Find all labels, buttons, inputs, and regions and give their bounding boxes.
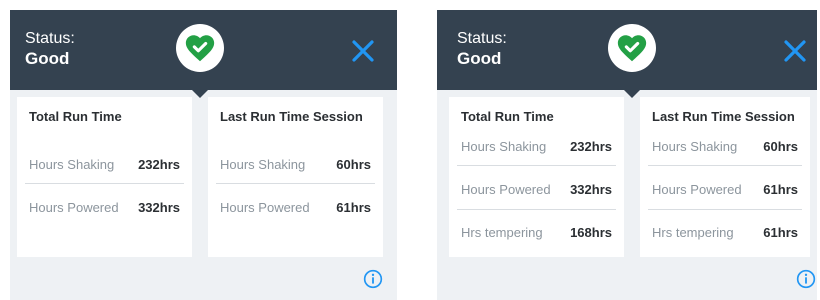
stat-row-hours-powered: Hours Powered 332hrs xyxy=(461,179,612,199)
total-run-time-card: Total Run Time Hours Shaking 232hrs Hour… xyxy=(449,97,624,257)
card-title: Total Run Time xyxy=(29,109,122,124)
stat-row-hours-powered: Hours Powered 61hrs xyxy=(652,179,798,199)
stat-label: Hours Shaking xyxy=(220,156,306,172)
info-button[interactable] xyxy=(363,269,383,289)
card-title: Total Run Time xyxy=(461,109,554,124)
status-header: Status: Good xyxy=(437,10,817,90)
header-caret xyxy=(624,90,640,98)
stat-label: Hours Powered xyxy=(29,199,119,215)
stat-row-hours-powered: Hours Powered 332hrs xyxy=(29,197,180,217)
stat-row-hours-shaking: Hours Shaking 60hrs xyxy=(220,154,371,174)
stat-value: 232hrs xyxy=(570,138,612,154)
stat-label: Hours Powered xyxy=(461,181,551,197)
stat-label: Hrs tempering xyxy=(461,224,543,240)
status-panel-left: Status: Good Total Run Time Hours Shakin… xyxy=(10,10,397,300)
stat-label: Hours Powered xyxy=(652,181,742,197)
status-value: Good xyxy=(457,49,502,68)
info-icon xyxy=(363,269,383,289)
stat-label: Hrs tempering xyxy=(652,224,734,240)
header-caret xyxy=(192,90,208,98)
info-icon xyxy=(796,269,816,289)
stat-label: Hours Powered xyxy=(220,199,310,215)
stat-row-hours-shaking: Hours Shaking 60hrs xyxy=(652,136,798,156)
stat-row-hours-shaking: Hours Shaking 232hrs xyxy=(461,136,612,156)
stat-value: 60hrs xyxy=(763,138,798,154)
stat-value: 332hrs xyxy=(570,181,612,197)
stat-row-hrs-tempering: Hrs tempering 168hrs xyxy=(461,222,612,242)
stat-row-hours-powered: Hours Powered 61hrs xyxy=(220,197,371,217)
row-divider xyxy=(648,209,802,210)
stat-value: 60hrs xyxy=(336,156,371,172)
row-divider xyxy=(457,165,616,166)
stat-value: 61hrs xyxy=(763,181,798,197)
status-header: Status: Good xyxy=(10,10,397,90)
stat-value: 61hrs xyxy=(763,224,798,240)
card-title: Last Run Time Session xyxy=(220,109,363,124)
stat-label: Hours Shaking xyxy=(461,138,547,154)
info-button[interactable] xyxy=(796,269,816,289)
stat-row-hours-shaking: Hours Shaking 232hrs xyxy=(29,154,180,174)
close-icon xyxy=(352,40,374,62)
status-label: Status: xyxy=(457,30,507,47)
last-run-time-session-card: Last Run Time Session Hours Shaking 60hr… xyxy=(640,97,810,257)
heart-check-icon xyxy=(608,24,656,72)
close-button[interactable] xyxy=(351,39,375,63)
close-icon xyxy=(784,40,806,62)
last-run-time-session-card: Last Run Time Session Hours Shaking 60hr… xyxy=(208,97,383,257)
row-divider xyxy=(457,209,616,210)
status-panel-right: Status: Good Total Run Time Hours Shakin… xyxy=(437,10,817,300)
row-divider xyxy=(25,183,184,184)
status-value: Good xyxy=(25,49,70,68)
total-run-time-card: Total Run Time Hours Shaking 232hrs Hour… xyxy=(17,97,192,257)
status-label: Status: xyxy=(25,30,75,47)
stat-value: 61hrs xyxy=(336,199,371,215)
stat-row-hrs-tempering: Hrs tempering 61hrs xyxy=(652,222,798,242)
row-divider xyxy=(648,165,802,166)
stat-value: 232hrs xyxy=(138,156,180,172)
stat-label: Hours Shaking xyxy=(652,138,738,154)
close-button[interactable] xyxy=(783,39,807,63)
heart-check-icon xyxy=(176,24,224,72)
stat-value: 168hrs xyxy=(570,224,612,240)
stat-label: Hours Shaking xyxy=(29,156,115,172)
card-title: Last Run Time Session xyxy=(652,109,795,124)
stat-value: 332hrs xyxy=(138,199,180,215)
row-divider xyxy=(216,183,375,184)
